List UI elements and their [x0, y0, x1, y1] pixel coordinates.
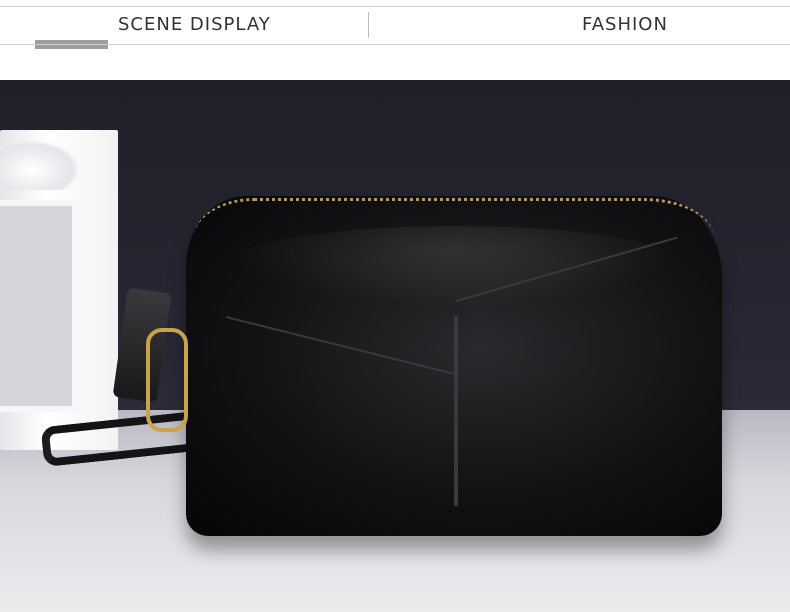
- frame-ornament: [0, 140, 80, 190]
- frame-inner: [0, 200, 78, 412]
- bag-center-seam: [454, 316, 458, 506]
- tab-scene-display[interactable]: SCENE DISPLAY: [118, 14, 271, 35]
- leather-clutch-bag: [186, 196, 722, 536]
- picture-frame: [0, 130, 118, 450]
- header-bottom-rule: [0, 44, 790, 45]
- tab-divider: [368, 12, 369, 38]
- gold-clasp: [146, 328, 188, 432]
- tab-fashion[interactable]: FASHION: [582, 14, 668, 35]
- header-top-rule: [0, 6, 790, 7]
- header-bar: SCENE DISPLAY FASHION: [0, 0, 790, 80]
- product-photo: [0, 80, 790, 612]
